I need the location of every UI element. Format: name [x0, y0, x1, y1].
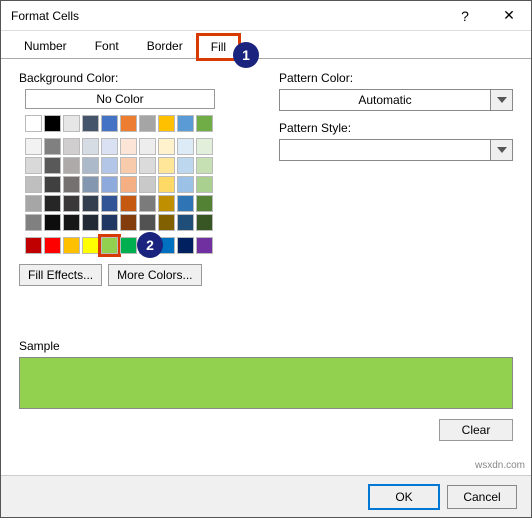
color-swatch[interactable]: [196, 214, 213, 231]
color-swatch[interactable]: [63, 138, 80, 155]
color-swatch[interactable]: [101, 138, 118, 155]
color-swatch[interactable]: [63, 237, 80, 254]
color-swatch[interactable]: [101, 214, 118, 231]
color-swatch[interactable]: [25, 176, 42, 193]
color-swatch[interactable]: [101, 157, 118, 174]
color-swatch[interactable]: [82, 157, 99, 174]
color-swatch[interactable]: [120, 237, 137, 254]
sample-label: Sample: [19, 339, 513, 353]
tab-border[interactable]: Border: [134, 34, 196, 58]
color-swatch[interactable]: [196, 115, 213, 132]
color-swatch[interactable]: [101, 115, 118, 132]
color-swatch[interactable]: [44, 115, 61, 132]
color-swatch[interactable]: [158, 115, 175, 132]
color-swatch[interactable]: [196, 237, 213, 254]
color-swatch[interactable]: [177, 214, 194, 231]
color-swatch[interactable]: [139, 195, 156, 212]
color-swatch[interactable]: [177, 115, 194, 132]
color-swatch[interactable]: [139, 214, 156, 231]
dropdown-arrow-icon[interactable]: [491, 89, 513, 111]
color-swatch[interactable]: [82, 237, 99, 254]
sample-preview: [19, 357, 513, 409]
color-swatch[interactable]: [139, 176, 156, 193]
color-swatch[interactable]: [44, 176, 61, 193]
color-swatch[interactable]: [82, 138, 99, 155]
color-swatch[interactable]: [120, 157, 137, 174]
pattern-style-dropdown[interactable]: [279, 139, 513, 161]
pattern-color-dropdown[interactable]: Automatic: [279, 89, 513, 111]
color-swatch[interactable]: [158, 214, 175, 231]
color-swatch[interactable]: [139, 115, 156, 132]
color-swatch[interactable]: [25, 157, 42, 174]
color-swatch[interactable]: [139, 157, 156, 174]
color-swatch[interactable]: [82, 195, 99, 212]
color-swatch[interactable]: [101, 195, 118, 212]
cancel-button[interactable]: Cancel: [447, 485, 517, 509]
color-swatch[interactable]: [120, 115, 137, 132]
color-swatch[interactable]: [120, 176, 137, 193]
dialog-title: Format Cells: [11, 9, 443, 23]
color-swatch[interactable]: [177, 157, 194, 174]
color-swatch[interactable]: [44, 157, 61, 174]
color-swatch[interactable]: [158, 176, 175, 193]
color-swatch[interactable]: [101, 237, 118, 254]
color-swatch[interactable]: [120, 138, 137, 155]
color-swatch[interactable]: [158, 157, 175, 174]
pattern-color-label: Pattern Color:: [279, 71, 513, 85]
ok-button[interactable]: OK: [369, 485, 439, 509]
color-swatch[interactable]: [101, 176, 118, 193]
pattern-style-value: [279, 139, 491, 161]
color-swatch[interactable]: [44, 138, 61, 155]
color-swatch[interactable]: [63, 115, 80, 132]
color-swatch[interactable]: [63, 195, 80, 212]
background-color-label: Background Color:: [19, 71, 259, 85]
color-swatch[interactable]: [120, 195, 137, 212]
color-swatch[interactable]: [196, 157, 213, 174]
tab-number[interactable]: Number: [11, 34, 80, 58]
clear-button[interactable]: Clear: [439, 419, 513, 441]
color-swatch[interactable]: [63, 214, 80, 231]
close-button[interactable]: ✕: [487, 1, 531, 31]
color-swatch[interactable]: [177, 195, 194, 212]
recent-colors-row: 2: [25, 237, 259, 254]
color-swatch[interactable]: [82, 176, 99, 193]
color-swatch[interactable]: [139, 138, 156, 155]
watermark: wsxdn.com: [475, 460, 525, 471]
color-swatch[interactable]: [177, 176, 194, 193]
fill-effects-button[interactable]: Fill Effects...: [19, 264, 102, 286]
help-button[interactable]: ?: [443, 1, 487, 31]
color-swatch[interactable]: [177, 237, 194, 254]
color-swatch[interactable]: [158, 195, 175, 212]
color-swatch[interactable]: [196, 138, 213, 155]
color-swatch[interactable]: [25, 195, 42, 212]
color-swatch[interactable]: [44, 214, 61, 231]
color-swatch[interactable]: [158, 138, 175, 155]
color-swatch[interactable]: [44, 237, 61, 254]
color-swatch[interactable]: [196, 176, 213, 193]
dropdown-arrow-icon[interactable]: [491, 139, 513, 161]
annotation-step-2: 2: [137, 232, 163, 258]
color-swatch[interactable]: [196, 195, 213, 212]
color-swatch[interactable]: [82, 214, 99, 231]
tab-font[interactable]: Font: [82, 34, 132, 58]
color-swatch[interactable]: [177, 138, 194, 155]
annotation-step-1: 1: [233, 42, 259, 68]
color-swatch[interactable]: [25, 138, 42, 155]
color-swatch[interactable]: [44, 195, 61, 212]
pattern-style-label: Pattern Style:: [279, 121, 513, 135]
color-swatch[interactable]: [25, 237, 42, 254]
more-colors-button[interactable]: More Colors...: [108, 264, 201, 286]
color-swatch[interactable]: [25, 214, 42, 231]
pattern-color-value: Automatic: [279, 89, 491, 111]
color-shades-grid: [25, 138, 259, 231]
color-swatch[interactable]: [63, 157, 80, 174]
color-swatch[interactable]: [25, 115, 42, 132]
color-swatch[interactable]: [63, 176, 80, 193]
color-swatch[interactable]: [120, 214, 137, 231]
no-color-button[interactable]: No Color: [25, 89, 215, 109]
color-swatch[interactable]: [82, 115, 99, 132]
theme-color-row: [25, 115, 259, 132]
